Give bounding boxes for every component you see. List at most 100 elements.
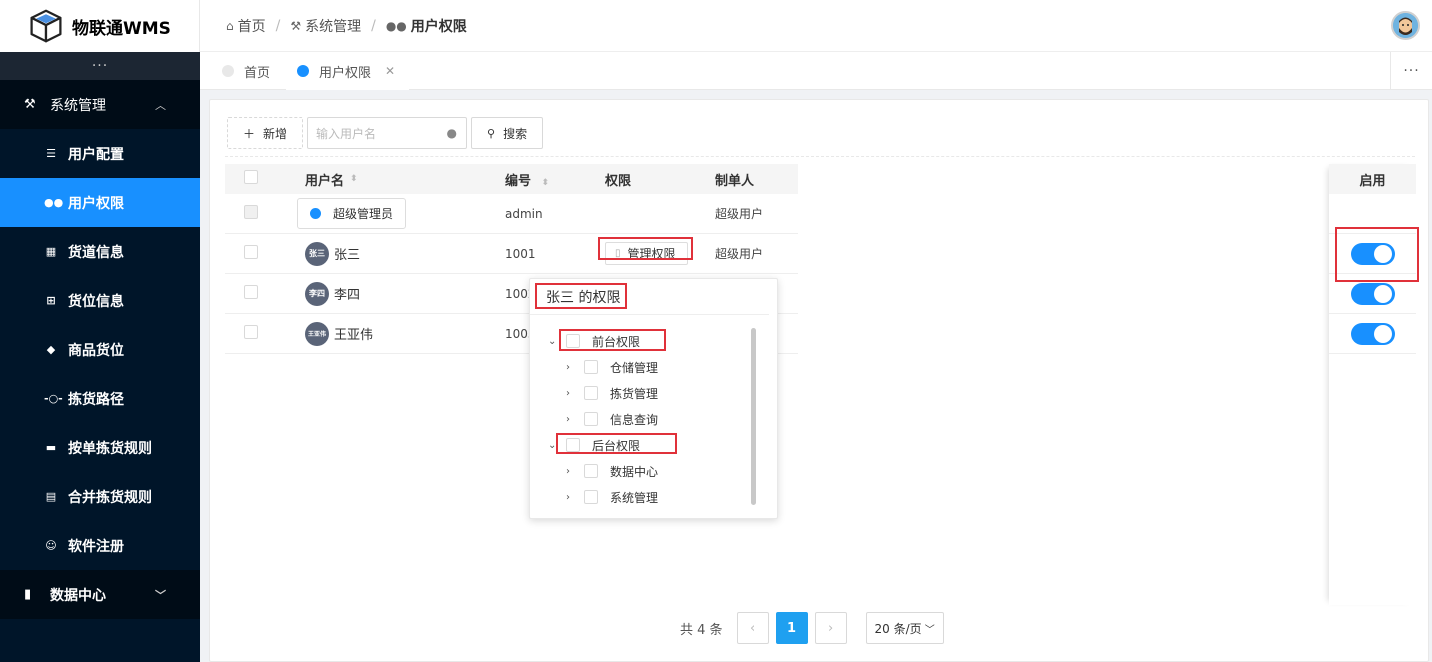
- code-cell: admin: [505, 206, 543, 221]
- col-header-permission: 权限: [605, 164, 715, 194]
- sidebar-item-lane-info[interactable]: ▦ 货道信息: [0, 227, 200, 276]
- search-button[interactable]: ⚲ 搜索: [471, 117, 544, 149]
- breadcrumb-home[interactable]: 首页: [238, 16, 266, 36]
- menu-group-label: 系统管理: [50, 97, 106, 114]
- sort-icon[interactable]: ⬍: [350, 174, 358, 184]
- chevron-right-icon[interactable]: ›: [566, 388, 578, 399]
- maker-cell: 超级用户: [715, 247, 764, 261]
- sidebar-item-user-permission[interactable]: ●● 用户权限: [0, 178, 200, 227]
- username-cell: 张三: [334, 248, 361, 263]
- avatar: 李四: [305, 281, 329, 306]
- page-size-select[interactable]: 20 条/页 ﹀: [865, 612, 944, 644]
- username-search-input[interactable]: 输入用户名 ●: [307, 117, 468, 149]
- close-icon[interactable]: ✕: [385, 64, 395, 78]
- chevron-right-icon[interactable]: ›: [566, 466, 578, 477]
- sidebar-item-merge-pick-rule[interactable]: ▤ 合并拣货规则: [0, 472, 200, 521]
- col-header-code[interactable]: 编号 ⬍: [505, 170, 605, 189]
- tree-node-picking[interactable]: › 拣货管理: [566, 384, 658, 402]
- tab-home[interactable]: 首页: [222, 52, 270, 90]
- tree-node-label: 后台权限: [592, 438, 641, 453]
- tree-checkbox[interactable]: [584, 464, 598, 478]
- tab-more-button[interactable]: ···: [1390, 52, 1432, 90]
- tab-label: 首页: [244, 65, 271, 81]
- search-input-placeholder: 输入用户名: [316, 126, 377, 141]
- tree-node-query[interactable]: › 信息查询: [566, 410, 658, 428]
- row-checkbox[interactable]: [244, 245, 258, 259]
- tree-node-data-center[interactable]: › 数据中心: [566, 462, 658, 480]
- cube-logo-icon: [30, 9, 62, 43]
- lock-icon: ▯: [615, 248, 621, 259]
- enable-cell: [1329, 234, 1416, 274]
- sidebar-item-goods-location[interactable]: ◆ 商品货位: [0, 325, 200, 374]
- sidebar-item-label: 用户权限: [68, 195, 124, 212]
- menu-group-system[interactable]: ⚒ 系统管理 ︿: [0, 80, 200, 129]
- logo: 物联通WMS: [0, 0, 200, 52]
- prev-page-button[interactable]: ‹: [736, 612, 769, 644]
- add-button[interactable]: ＋ 新增: [227, 117, 304, 149]
- grid-icon: ▦: [45, 245, 57, 258]
- sidebar-item-label: 用户配置: [68, 146, 124, 163]
- col-header-username[interactable]: 用户名 ⬍: [305, 170, 505, 189]
- tree-node-system[interactable]: › 系统管理: [566, 488, 658, 506]
- toolbar: ＋ 新增 输入用户名 ● ⚲ 搜索: [227, 117, 544, 149]
- row-checkbox[interactable]: [244, 325, 258, 339]
- menu-group-data-center[interactable]: ▮ 数据中心 ﹀: [0, 570, 200, 619]
- sidebar-item-software-register[interactable]: ☺ 软件注册: [0, 521, 200, 570]
- next-page-button[interactable]: ›: [814, 612, 847, 644]
- col-header-label: 用户名: [305, 173, 345, 189]
- tree-checkbox[interactable]: [584, 360, 598, 374]
- page-1-button[interactable]: 1: [775, 612, 808, 644]
- manage-permission-button[interactable]: ▯ 管理权限: [605, 242, 688, 265]
- chevron-right-icon[interactable]: ›: [566, 414, 578, 425]
- chevron-down-icon: ﹀: [924, 624, 935, 636]
- tree-checkbox[interactable]: [584, 412, 598, 426]
- enable-cell: [1329, 194, 1416, 234]
- tree-checkbox[interactable]: [566, 438, 580, 452]
- users-icon: ●●: [385, 18, 407, 33]
- sidebar: 物联通WMS ··· ⚒ 系统管理 ︿ ☰ 用户配置 ●● 用户权限 ▦ 货道信…: [0, 0, 200, 662]
- row-checkbox: [244, 205, 258, 219]
- sidebar-item-pick-route[interactable]: -○- 拣货路径: [0, 374, 200, 423]
- tree-checkbox[interactable]: [566, 334, 580, 348]
- chevron-right-icon[interactable]: ›: [566, 362, 578, 373]
- sidebar-item-location-info[interactable]: ⊞ 货位信息: [0, 276, 200, 325]
- enable-toggle[interactable]: [1350, 322, 1395, 345]
- chevron-down-icon[interactable]: ⌄: [548, 440, 560, 451]
- user-avatar[interactable]: [1391, 11, 1420, 40]
- breadcrumb-separator: /: [275, 17, 281, 34]
- route-icon: -○-: [44, 392, 63, 405]
- printer-icon: ▤: [45, 490, 57, 503]
- tree-checkbox[interactable]: [584, 386, 598, 400]
- sidebar-item-order-pick-rule[interactable]: ▬ 按单拣货规则: [0, 423, 200, 472]
- row-checkbox[interactable]: [244, 285, 258, 299]
- code-cell: 1001: [505, 246, 536, 261]
- col-header-label: 权限: [605, 173, 632, 189]
- tree-checkbox[interactable]: [584, 490, 598, 504]
- chevron-down-icon: ﹀: [155, 588, 166, 602]
- enable-toggle[interactable]: [1350, 242, 1395, 265]
- breadcrumb-system[interactable]: 系统管理: [305, 16, 361, 36]
- main-content: ＋ 新增 输入用户名 ● ⚲ 搜索 用户名 ⬍ 编号 ⬍ 权限 制单人 超级管理…: [209, 99, 1429, 662]
- enable-toggle[interactable]: [1350, 282, 1395, 305]
- sort-icon[interactable]: ⬍: [542, 178, 550, 188]
- sidebar-collapse-toggle[interactable]: ···: [0, 52, 200, 80]
- maker-cell: 超级用户: [715, 207, 764, 221]
- page-size-label: 20 条/页: [874, 621, 922, 636]
- chevron-right-icon[interactable]: ›: [566, 492, 578, 503]
- breadcrumb: ⌂ 首页 / ⚒ 系统管理 / ●● 用户权限: [226, 16, 467, 36]
- tab-user-permission[interactable]: 用户权限 ✕: [286, 52, 410, 90]
- super-admin-tag: 超级管理员: [297, 198, 407, 229]
- col-header-label: 制单人: [715, 173, 755, 189]
- sidebar-item-user-config[interactable]: ☰ 用户配置: [0, 129, 200, 178]
- chevron-down-icon[interactable]: ⌄: [548, 336, 560, 347]
- home-icon: ⌂: [226, 18, 234, 33]
- tree-node-storage[interactable]: › 仓储管理: [566, 358, 658, 376]
- tree-node-backend[interactable]: ⌄ 后台权限: [548, 436, 640, 454]
- tree-node-frontend[interactable]: ⌄ 前台权限: [548, 332, 640, 350]
- box-plus-icon: ⊞: [46, 294, 56, 307]
- cart-icon: ▬: [45, 441, 57, 454]
- select-all-checkbox[interactable]: [244, 170, 258, 184]
- popover-scrollbar[interactable]: [751, 328, 756, 505]
- tab-status-dot: [297, 65, 309, 77]
- cube-icon: ◆: [46, 343, 56, 356]
